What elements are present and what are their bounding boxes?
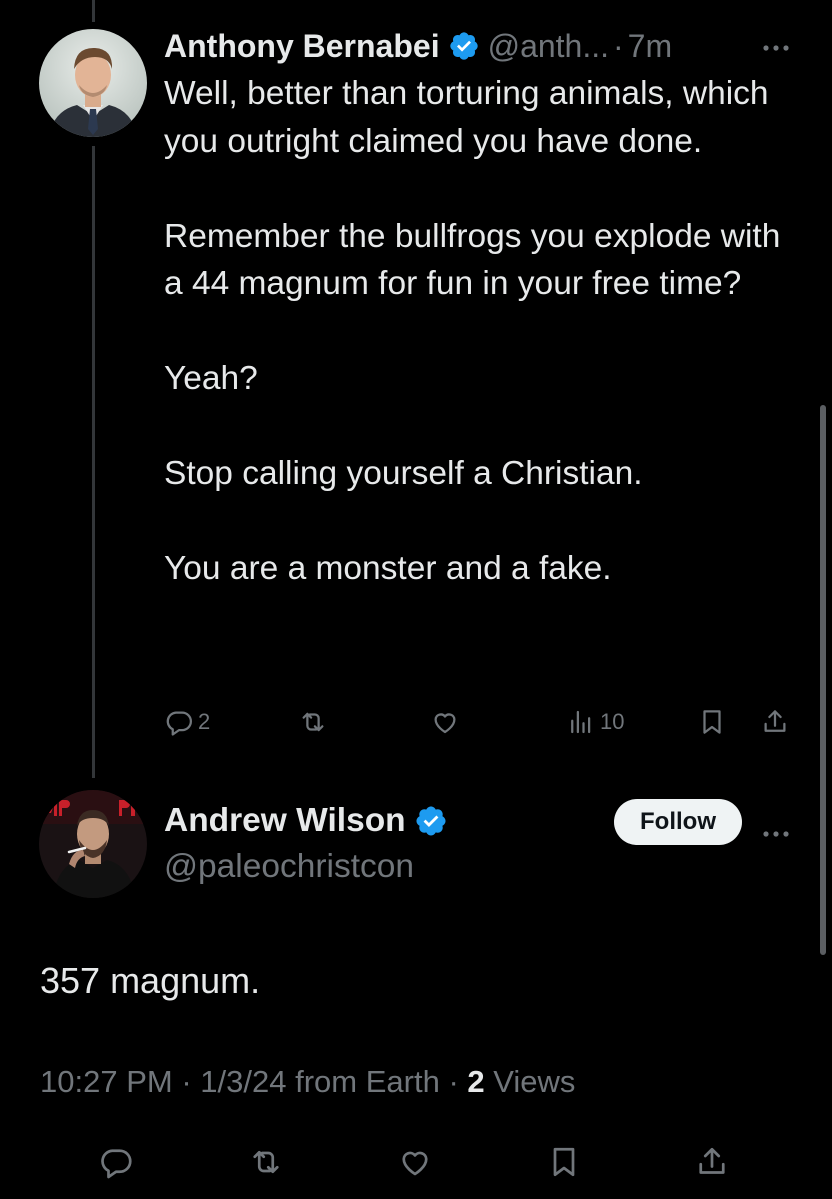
reply-paragraph: Stop calling yourself a Christian. — [164, 455, 643, 492]
separator-dot: · — [181, 1064, 192, 1099]
reply-icon — [166, 711, 192, 736]
tweet-source: from Earth — [295, 1064, 440, 1099]
tweet-views-count[interactable]: 2 — [467, 1064, 484, 1099]
reply-button[interactable]: 2 — [164, 700, 210, 744]
share-button[interactable] — [694, 1140, 730, 1184]
separator-dot: · — [613, 27, 624, 64]
reply-timestamp[interactable]: 7m — [628, 28, 672, 65]
share-button[interactable] — [760, 700, 790, 744]
heart-icon — [434, 713, 456, 734]
reply-paragraph: Well, better than torturing animals, whi… — [164, 75, 769, 160]
share-icon — [764, 710, 786, 732]
tweet-date[interactable]: 1/3/24 — [200, 1064, 286, 1099]
like-button[interactable] — [430, 700, 460, 744]
repost-button[interactable] — [298, 700, 328, 744]
verified-badge-icon — [414, 804, 448, 838]
scrollbar[interactable] — [820, 405, 826, 955]
tweet-views-label[interactable]: Views — [493, 1064, 575, 1099]
tweet-time[interactable]: 10:27 PM — [40, 1064, 173, 1099]
thread-line — [92, 146, 95, 778]
main-author-handle[interactable]: @paleochristcon — [164, 844, 456, 890]
follow-button[interactable]: Follow — [614, 799, 742, 845]
reply-body: Well, better than torturing animals, whi… — [164, 70, 794, 593]
thread-line-top — [92, 0, 95, 22]
views-count: 10 — [600, 709, 625, 734]
main-author-name[interactable]: Andrew Wilson — [164, 802, 406, 840]
bookmark-icon — [703, 710, 721, 734]
views-button[interactable]: 10 — [566, 700, 624, 744]
analytics-icon — [571, 710, 591, 734]
like-button[interactable] — [397, 1140, 433, 1184]
reply-header: Anthony Bernabei @anth... · 7m — [164, 24, 672, 68]
reply-author-handle[interactable]: @anth... — [488, 28, 609, 65]
main-tweet-text: 357 magnum. — [40, 960, 261, 1001]
reply-paragraph: You are a monster and a fake. — [164, 550, 612, 587]
separator-dot: · — [448, 1064, 459, 1099]
main-tweet-header: Andrew Wilson @paleochristcon — [164, 798, 456, 890]
reply-paragraph: Remember the bullfrogs you explode with … — [164, 217, 781, 303]
repost-icon — [302, 712, 324, 732]
more-horizontal-icon[interactable] — [762, 30, 790, 58]
heart-icon — [402, 1151, 428, 1176]
more-horizontal-icon[interactable] — [762, 816, 790, 844]
bookmark-button[interactable] — [697, 700, 727, 744]
reply-author-avatar[interactable] — [39, 29, 147, 137]
reply-actions: 2 10 — [0, 700, 832, 744]
bookmark-button[interactable] — [546, 1140, 582, 1184]
reply-button[interactable] — [98, 1140, 134, 1184]
reply-paragraph: Yeah? — [164, 360, 258, 397]
reply-icon — [101, 1149, 132, 1179]
verified-badge-icon — [448, 30, 480, 62]
tweet-metadata: 10:27 PM · 1/3/24 from Earth · 2 Views — [40, 1064, 575, 1100]
reply-count: 2 — [198, 709, 211, 734]
repost-button[interactable] — [248, 1140, 284, 1184]
main-author-avatar[interactable] — [39, 790, 147, 898]
reply-author-name[interactable]: Anthony Bernabei — [164, 28, 440, 65]
repost-icon — [253, 1150, 279, 1174]
bookmark-icon — [553, 1147, 575, 1177]
main-tweet-actions — [0, 1140, 832, 1184]
share-icon — [699, 1147, 725, 1174]
